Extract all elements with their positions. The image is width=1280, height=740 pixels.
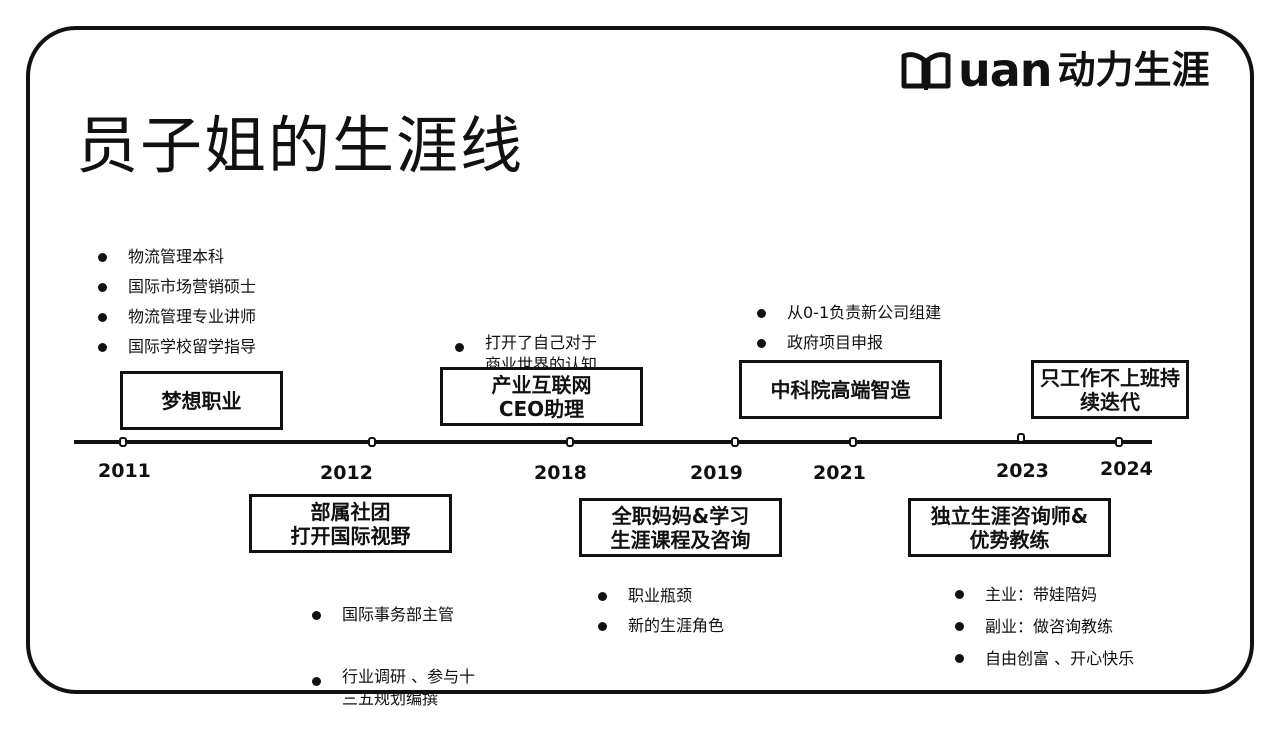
list-item: 物流管理本科	[98, 242, 256, 272]
timeline-marker	[1017, 433, 1025, 443]
list-item: 自由创富 、开心快乐	[955, 643, 1134, 675]
milestone-club: 部属社团 打开国际视野	[249, 494, 452, 553]
milestone-dream-job: 梦想职业	[120, 371, 283, 430]
page-title: 员子姐的生涯线	[76, 109, 525, 182]
timeline-marker	[368, 437, 376, 447]
list-item: 职业瓶颈	[598, 581, 724, 611]
timeline-marker	[849, 437, 857, 447]
list-item: 新的生涯角色	[598, 611, 724, 641]
milestone-cas: 中科院高端智造	[739, 360, 942, 419]
milestone-label: 优势教练	[969, 527, 1050, 552]
logo-text-latin: uan	[958, 43, 1053, 97]
year-label: 2019	[690, 462, 743, 484]
milestone-label: 打开国际视野	[290, 523, 411, 548]
milestone-label: 产业互联网	[491, 372, 592, 397]
milestone-label: 梦想职业	[161, 388, 242, 413]
notes-2019: 职业瓶颈 新的生涯角色	[598, 581, 724, 641]
list-item: 从0-1负责新公司组建	[757, 298, 941, 328]
list-item: 主业：带娃陪妈	[955, 579, 1134, 611]
year-label: 2024	[1100, 458, 1153, 480]
list-item: 物流管理专业讲师	[98, 302, 256, 332]
milestone-label: 全职妈妈&学习	[611, 503, 750, 528]
notes-2011: 物流管理本科 国际市场营销硕士 物流管理专业讲师 国际学校留学指导	[98, 242, 256, 362]
milestone-ceo-assistant: 产业互联网 CEO助理	[440, 367, 643, 426]
timeline-marker	[731, 437, 739, 447]
milestone-label: 部属社团	[310, 499, 391, 524]
list-item: 国际学校留学指导	[98, 332, 256, 362]
milestone-label: 续迭代	[1080, 389, 1140, 414]
notes-2021: 从0-1负责新公司组建 政府项目申报	[757, 298, 941, 358]
milestone-label: 只工作不上班持	[1040, 365, 1180, 390]
milestone-label: 中科院高端智造	[770, 377, 911, 402]
list-item: 副业：做咨询教练	[955, 611, 1134, 643]
milestone-label: 独立生涯咨询师&	[930, 503, 1089, 528]
timeline-axis	[74, 440, 1152, 444]
milestone-label: 生涯课程及咨询	[610, 527, 751, 552]
logo: uan 动力生涯	[900, 40, 1210, 100]
logo-text-chinese: 动力生涯	[1057, 48, 1210, 92]
list-item: 行业调研 、参与十 三五规划编撰	[312, 666, 475, 710]
open-book-icon	[901, 52, 951, 90]
timeline-marker	[119, 437, 127, 447]
milestone-label: CEO助理	[498, 396, 585, 421]
notes-2012: 国际事务部主管 行业调研 、参与十 三五规划编撰	[312, 570, 475, 740]
year-label: 2011	[98, 460, 151, 482]
year-label: 2023	[996, 460, 1049, 482]
timeline-marker	[566, 437, 574, 447]
milestone-consultant: 独立生涯咨询师& 优势教练	[908, 498, 1111, 557]
list-item: 国际事务部主管	[312, 600, 475, 630]
milestone-full-time-mom: 全职妈妈&学习 生涯课程及咨询	[579, 498, 782, 557]
notes-2023: 主业：带娃陪妈 副业：做咨询教练 自由创富 、开心快乐	[955, 579, 1134, 675]
list-item: 政府项目申报	[757, 328, 941, 358]
timeline-marker	[1115, 437, 1123, 447]
year-label: 2012	[320, 462, 373, 484]
year-label: 2018	[534, 462, 587, 484]
year-label: 2021	[813, 462, 866, 484]
list-item: 国际市场营销硕士	[98, 272, 256, 302]
milestone-iterate: 只工作不上班持 续迭代	[1031, 360, 1189, 419]
